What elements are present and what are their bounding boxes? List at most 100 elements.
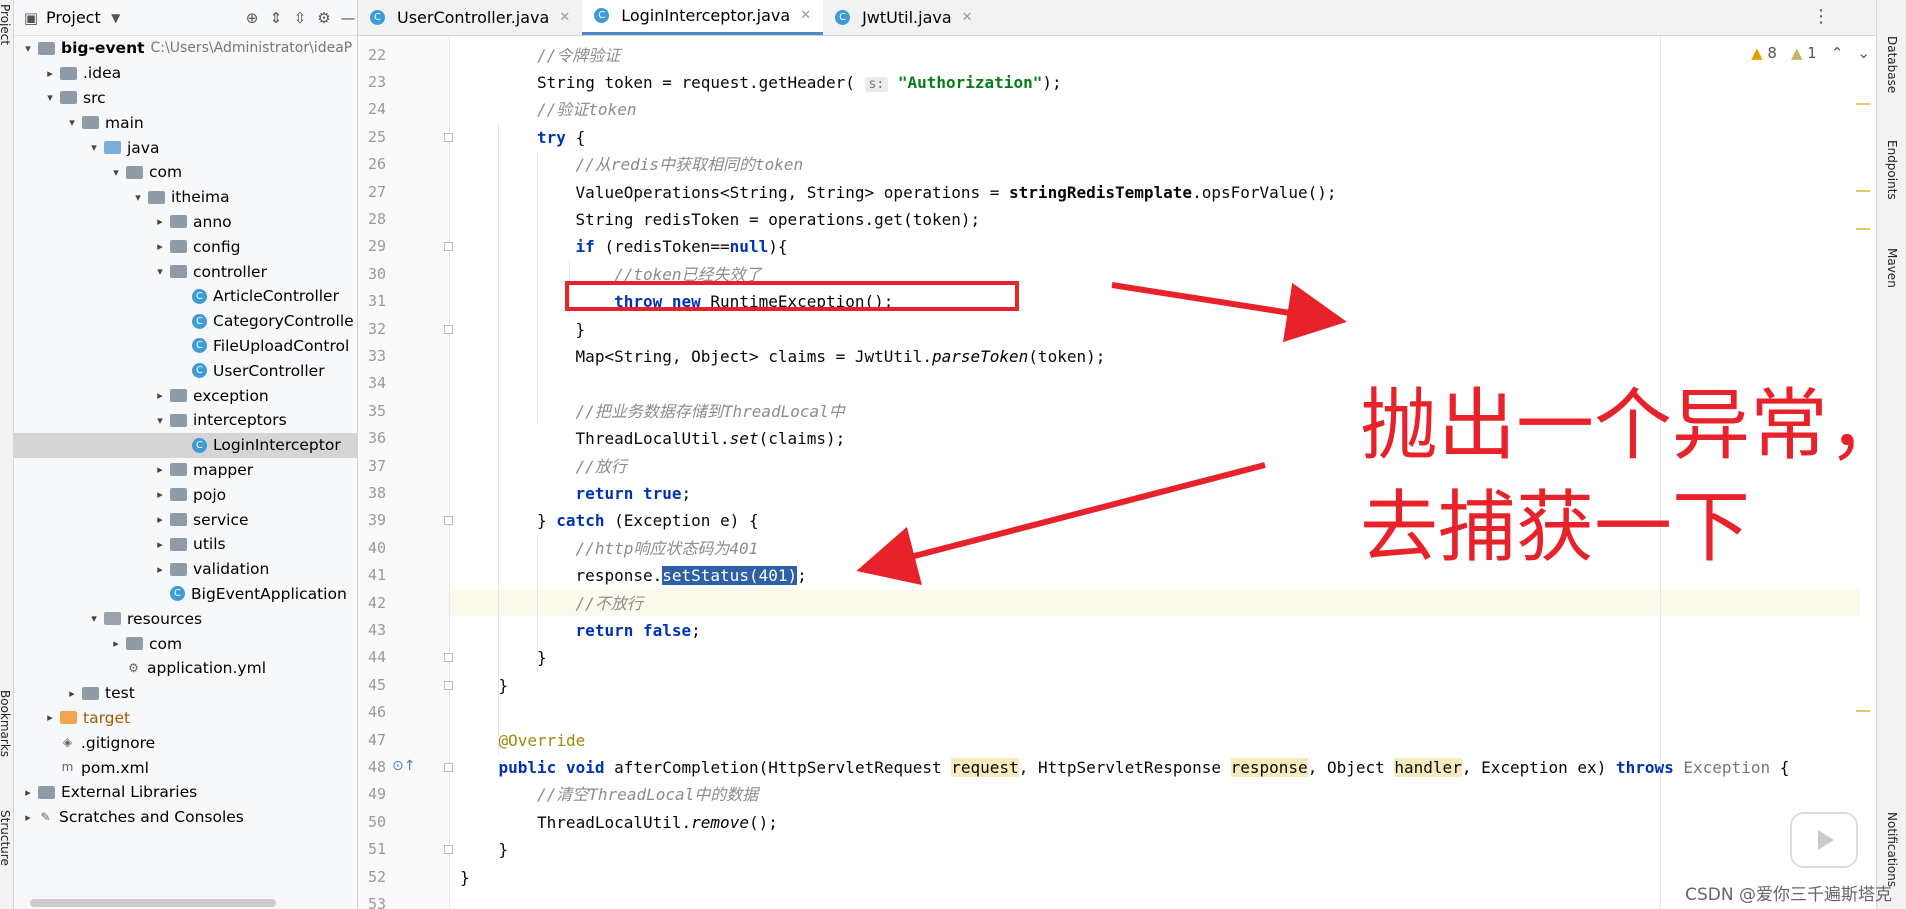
chevron-right-icon[interactable]: ▸ xyxy=(152,389,168,402)
chevron-right-icon[interactable]: ▸ xyxy=(152,513,168,526)
tree-item[interactable]: ▸ exception xyxy=(14,383,358,408)
tree-item[interactable]: ▾ resources xyxy=(14,606,358,631)
chevron-right-icon[interactable]: ▸ xyxy=(108,637,124,650)
chevron-right-icon[interactable]: ▸ xyxy=(20,786,36,799)
error-stripe-mark[interactable] xyxy=(1856,710,1870,712)
chevron-down-icon[interactable]: ▾ xyxy=(152,265,168,278)
chevron-right-icon[interactable]: ▸ xyxy=(152,488,168,501)
chevron-right-icon[interactable]: ▸ xyxy=(42,67,58,80)
tree-item[interactable]: ▸ mapper xyxy=(14,458,358,483)
collapse-all-icon[interactable]: ⇳ xyxy=(291,9,309,27)
warning-count[interactable]: ▲ 8 xyxy=(1751,44,1777,62)
tree-item[interactable]: C LoginInterceptor xyxy=(14,432,358,458)
chevron-right-icon[interactable]: ▸ xyxy=(152,563,168,576)
tree-item[interactable]: ▸ service xyxy=(14,507,358,532)
chevron-right-icon[interactable]: ▸ xyxy=(152,538,168,551)
chevron-down-icon[interactable]: ▾ xyxy=(86,141,102,154)
tree-item[interactable]: ▸ test xyxy=(14,681,358,706)
horizontal-scrollbar[interactable] xyxy=(30,899,276,907)
code-line[interactable]: ThreadLocalUtil.set(claims); xyxy=(576,425,846,452)
code-line[interactable]: } xyxy=(537,644,547,671)
weak-warning-count[interactable]: ▲ 1 xyxy=(1791,44,1817,62)
tree-item[interactable]: ▸ utils xyxy=(14,532,358,557)
more-tabs-icon[interactable]: ⋮ xyxy=(985,0,1876,35)
chevron-down-icon[interactable]: ▾ xyxy=(130,191,146,204)
chevron-right-icon[interactable]: ▸ xyxy=(64,687,80,700)
tree-item[interactable]: ▸ target xyxy=(14,706,358,731)
database-tool-label[interactable]: Database xyxy=(1885,36,1899,93)
chevron-right-icon[interactable]: ▸ xyxy=(20,811,36,824)
project-panel-title[interactable]: Project xyxy=(46,8,101,27)
code-line[interactable]: } xyxy=(460,864,470,891)
code-line[interactable]: String token = request.getHeader( s: "Au… xyxy=(537,69,1062,96)
bookmarks-tool-label[interactable]: Bookmarks xyxy=(0,690,12,757)
code-line[interactable]: if (redisToken==null){ xyxy=(576,233,788,260)
close-icon[interactable]: ✕ xyxy=(559,10,570,25)
close-icon[interactable]: ✕ xyxy=(962,10,973,25)
expand-all-icon[interactable]: ⇕ xyxy=(267,9,285,27)
code-line[interactable]: String redisToken = operations.get(token… xyxy=(576,206,981,233)
code-line[interactable]: //http响应状态码为401 xyxy=(576,535,759,562)
code-line[interactable]: } catch (Exception e) { xyxy=(537,507,759,534)
override-method-icon[interactable]: ⊙↑ xyxy=(392,758,415,774)
tree-item[interactable]: ▾ java xyxy=(14,135,358,160)
chevron-down-icon[interactable]: ▾ xyxy=(152,414,168,427)
code-line[interactable]: //令牌验证 xyxy=(537,42,620,69)
tree-item[interactable]: ▾ big-event C:\Users\Administrator\ideaP xyxy=(14,36,358,61)
tree-item[interactable]: ▸ .idea xyxy=(14,61,358,86)
tree-item[interactable]: ▾ main xyxy=(14,110,358,135)
tree-item[interactable]: ▾ itheima xyxy=(14,185,358,210)
chevron-right-icon[interactable]: ▸ xyxy=(42,711,58,724)
play-button[interactable] xyxy=(1790,812,1858,868)
tree-item[interactable]: ▸ ✎ Scratches and Consoles xyxy=(14,805,358,830)
chevron-right-icon[interactable]: ▸ xyxy=(152,215,168,228)
code-line[interactable]: response.setStatus(401); xyxy=(576,562,807,589)
next-highlight-icon[interactable]: ⌄ xyxy=(1857,44,1870,62)
tree-item[interactable]: ▸ anno xyxy=(14,210,358,235)
code-line[interactable]: } xyxy=(576,316,586,343)
tree-item[interactable]: C UserController xyxy=(14,358,358,383)
tree-item[interactable]: ▸ External Libraries xyxy=(14,780,358,805)
project-tool-label[interactable]: Project xyxy=(0,4,12,45)
tree-item[interactable]: C CategoryControlle xyxy=(14,309,358,334)
code-line[interactable]: //不放行 xyxy=(576,590,643,617)
chevron-down-icon[interactable]: ▾ xyxy=(64,116,80,129)
error-stripe-mark[interactable] xyxy=(1856,103,1870,105)
minimize-icon[interactable]: — xyxy=(339,9,357,27)
previous-highlight-icon[interactable]: ⌃ xyxy=(1831,44,1844,62)
tree-item[interactable]: ◈ .gitignore xyxy=(14,730,358,755)
code-line[interactable]: //验证token xyxy=(537,96,636,123)
editor-tab[interactable]: C LoginInterceptor.java ✕ xyxy=(582,0,824,35)
tree-item[interactable]: ▸ config xyxy=(14,234,358,259)
tree-item[interactable]: ⚙ application.yml xyxy=(14,656,358,681)
tree-item[interactable]: ▾ interceptors xyxy=(14,408,358,433)
error-stripe-mark[interactable] xyxy=(1856,190,1870,192)
code-line[interactable]: Map<String, Object> claims = JwtUtil.par… xyxy=(576,343,1106,370)
chevron-down-icon[interactable]: ▾ xyxy=(42,91,58,104)
code-line[interactable]: public void afterCompletion(HttpServletR… xyxy=(499,754,1789,781)
error-stripe-mark[interactable] xyxy=(1856,228,1870,230)
gear-icon[interactable]: ⚙ xyxy=(315,9,333,27)
endpoints-tool-label[interactable]: Endpoints xyxy=(1885,140,1899,200)
chevron-right-icon[interactable]: ▸ xyxy=(152,240,168,253)
editor-tab[interactable]: C UserController.java ✕ xyxy=(358,0,582,35)
locate-icon[interactable]: ⊕ xyxy=(243,9,261,27)
chevron-down-icon[interactable]: ▾ xyxy=(20,42,36,55)
editor-tab[interactable]: C JwtUtil.java ✕ xyxy=(823,0,984,35)
tree-item[interactable]: ▾ com xyxy=(14,160,358,185)
code-line[interactable]: return true; xyxy=(576,480,692,507)
chevron-down-icon[interactable]: ▾ xyxy=(86,612,102,625)
tree-item[interactable]: ▾ src xyxy=(14,86,358,111)
tree-item[interactable]: C ArticleController xyxy=(14,284,358,309)
tree-item[interactable]: ▸ pojo xyxy=(14,482,358,507)
tree-item[interactable]: ▸ com xyxy=(14,631,358,656)
close-icon[interactable]: ✕ xyxy=(800,8,811,23)
maven-tool-label[interactable]: Maven xyxy=(1885,248,1899,288)
tree-item[interactable]: ▸ validation xyxy=(14,557,358,582)
tree-item[interactable]: m pom.xml xyxy=(14,755,358,780)
code-line[interactable]: @Override xyxy=(499,727,586,754)
code-line[interactable]: ThreadLocalUtil.remove(); xyxy=(537,809,778,836)
tree-item[interactable]: C BigEventApplication xyxy=(14,582,358,607)
code-line[interactable]: //把业务数据存储到ThreadLocal中 xyxy=(576,398,845,425)
code-line[interactable]: //放行 xyxy=(576,453,627,480)
